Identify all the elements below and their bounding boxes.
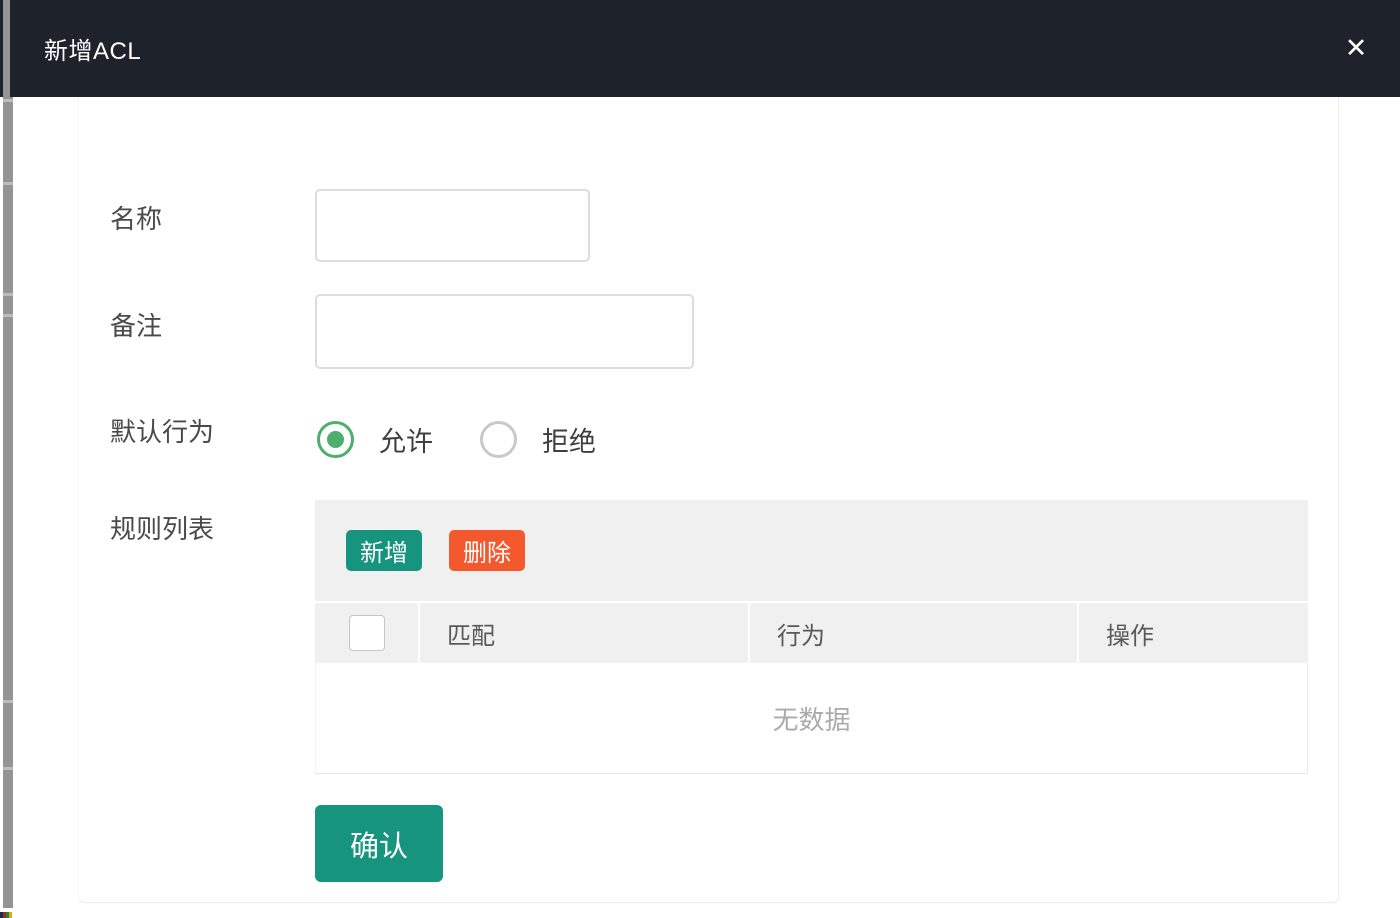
- rules-toolbar: 新增 删除: [315, 500, 1308, 601]
- radio-allow[interactable]: 允许: [317, 420, 433, 459]
- radio-allow-label: 允许: [379, 420, 433, 459]
- column-header-match: 匹配: [420, 603, 748, 663]
- rules-table: 新增 删除 匹配 行为 操作 无数据: [315, 500, 1308, 774]
- strip-divider: [3, 767, 13, 770]
- remark-input[interactable]: [315, 294, 694, 369]
- dialog-title: 新增ACL: [44, 31, 141, 66]
- strip-divider: [3, 293, 13, 296]
- dialog-header: 新增ACL ✕: [10, 0, 1400, 97]
- delete-rule-button[interactable]: 删除: [449, 530, 525, 571]
- radio-circle-icon: [317, 421, 354, 458]
- radio-deny-label: 拒绝: [542, 420, 596, 459]
- name-field-label: 名称: [110, 199, 162, 236]
- rules-table-header: 匹配 行为 操作: [315, 603, 1308, 663]
- default-action-label: 默认行为: [110, 412, 214, 449]
- radio-deny[interactable]: 拒绝: [480, 420, 596, 459]
- rules-list-label: 规则列表: [110, 509, 214, 546]
- underlying-page-color-artifact: [0, 912, 12, 918]
- strip-divider: [3, 314, 13, 317]
- strip-divider: [3, 700, 13, 703]
- column-header-operation: 操作: [1079, 603, 1308, 663]
- remark-field-label: 备注: [110, 306, 162, 343]
- name-input[interactable]: [315, 189, 590, 262]
- strip-divider: [3, 99, 13, 102]
- empty-state-text: 无数据: [315, 663, 1308, 774]
- default-action-radio-group: 允许 拒绝: [317, 420, 596, 459]
- close-icon[interactable]: ✕: [1334, 27, 1378, 71]
- underlying-page-scroll-strip: [3, 0, 13, 908]
- confirm-button[interactable]: 确认: [315, 805, 443, 882]
- select-all-cell: [315, 603, 418, 663]
- strip-divider: [3, 182, 13, 185]
- add-rule-button[interactable]: 新增: [346, 530, 422, 571]
- radio-circle-icon: [480, 421, 517, 458]
- select-all-checkbox[interactable]: [349, 615, 385, 651]
- column-header-action: 行为: [750, 603, 1077, 663]
